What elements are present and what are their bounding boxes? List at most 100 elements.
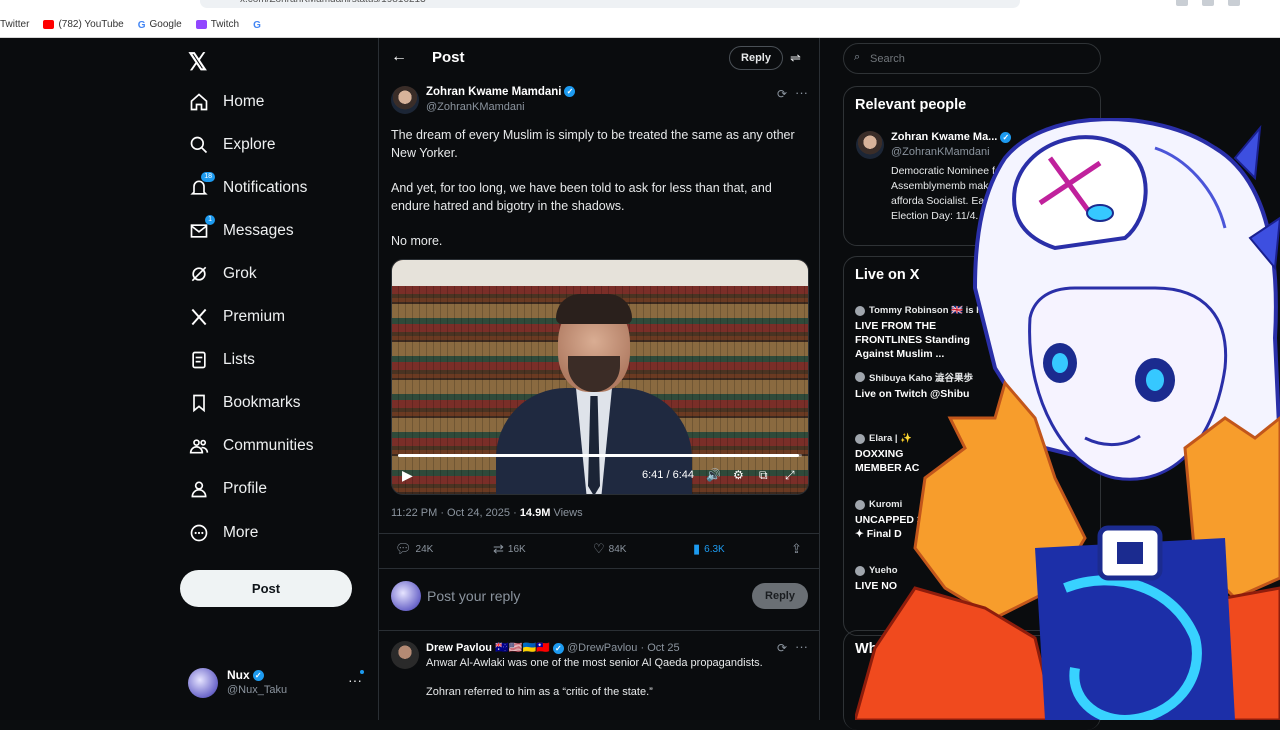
video-frame-ceiling	[392, 260, 808, 286]
nav-item-bookmarks[interactable]: Bookmarks	[188, 388, 301, 418]
search-box[interactable]: ⌕	[843, 43, 1101, 74]
card-title: Relevant people	[855, 97, 967, 113]
bookmark-twitch[interactable]: Twitch	[195, 19, 239, 30]
verified-badge-icon: ✓	[552, 642, 564, 654]
share-icon: ⇪	[791, 541, 802, 556]
settings-gear-icon[interactable]: ⚙	[733, 468, 744, 482]
bookmark-filled-icon: ▮	[693, 541, 701, 556]
nav-item-explore[interactable]: Explore	[188, 130, 276, 160]
grok-icon[interactable]: ⟳	[777, 641, 787, 655]
divider	[379, 630, 819, 631]
nav-item-home[interactable]: Home	[188, 87, 264, 117]
author-handle[interactable]: @ZohranKMamdani	[426, 101, 525, 113]
like-action[interactable]: ♡ 84K	[593, 541, 626, 557]
avatar	[391, 581, 421, 611]
nav-item-notifications[interactable]: 18 Notifications	[188, 172, 307, 203]
comment-author-row[interactable]: Drew Pavlou 🇦🇺🇺🇸🇺🇦🇹🇼 ✓ @DrewPavlou · Oct …	[426, 641, 680, 654]
repost-count: 16K	[507, 543, 526, 555]
bookmarks-bar: Twitter (782) YouTube G Google Twitch G	[0, 15, 279, 33]
share-action[interactable]: ⇪	[791, 541, 806, 557]
avatar	[188, 668, 218, 698]
nav-item-communities[interactable]: Communities	[188, 431, 313, 461]
nav-item-premium[interactable]: Premium	[188, 302, 285, 332]
vtuber-mask	[1012, 135, 1148, 251]
account-switcher[interactable]: Nux ✓ @Nux_Taku ···	[188, 666, 368, 700]
post-text: The dream of every Muslim is simply to b…	[391, 126, 811, 267]
nav-item-profile[interactable]: Profile	[188, 474, 267, 504]
search-icon: ⌕	[854, 51, 861, 63]
account-more-icon[interactable]: ···	[348, 672, 362, 688]
bookmark-google-2[interactable]: G	[253, 20, 265, 31]
video-controls: ▶ 6:41 / 6:44 🔊 ⚙ ⧉ ⤢	[392, 465, 808, 487]
video-progress-bar[interactable]	[398, 454, 802, 457]
post-header: ← Post Reply ⇌	[379, 38, 819, 78]
play-icon[interactable]: ▶	[402, 467, 413, 484]
bookmark-icon	[188, 392, 210, 414]
extension-icon[interactable]	[1228, 0, 1240, 6]
x-logo-icon[interactable]: 𝕏	[188, 48, 207, 77]
video-progress-fill	[398, 454, 799, 457]
volume-icon[interactable]: 🔊	[706, 468, 721, 482]
extension-icon[interactable]	[1176, 0, 1188, 6]
bookmark-google[interactable]: G Google	[137, 19, 182, 31]
heart-icon: ♡	[593, 541, 605, 556]
extension-icon[interactable]	[1202, 0, 1214, 6]
twitch-icon	[195, 19, 207, 29]
nav-item-messages[interactable]: 1 Messages	[188, 215, 294, 246]
comment-flags: 🇦🇺🇺🇸🇺🇦🇹🇼	[495, 642, 550, 654]
pip-icon[interactable]: ⧉	[759, 468, 768, 483]
repost-icon: ⇄	[493, 541, 504, 556]
people-icon	[188, 435, 210, 457]
post-meta: 11:22 PM · Oct 24, 2025 · 14.9M Views	[391, 507, 583, 519]
main-column: ← Post Reply ⇌ Zohran Kwame Mamdani ✓ @Zo…	[378, 38, 820, 720]
comment-text: Anwar Al-Awlaki was one of the most seni…	[426, 657, 763, 669]
post-paragraph: No more.	[391, 234, 443, 248]
bookmark-twitter[interactable]: Twitter	[0, 19, 29, 30]
account-handle: @Nux_Taku	[227, 684, 288, 696]
post-button[interactable]: Post	[180, 570, 352, 607]
browser-extension-icons	[1176, 0, 1240, 6]
more-options-icon[interactable]: ···	[795, 85, 808, 100]
reply-action[interactable]: 💬︎ 24K	[395, 541, 433, 557]
search-input[interactable]	[870, 50, 1090, 68]
bookmark-action[interactable]: ▮ 6.3K	[693, 541, 725, 557]
address-bar[interactable]: x.com/ZohranKMamdani/status/19816213	[200, 0, 1020, 8]
sliders-icon[interactable]: ⇌	[790, 50, 801, 66]
comment-author-name: Drew Pavlou	[426, 642, 493, 654]
unread-dot	[360, 670, 364, 674]
comment-avatar[interactable]	[391, 641, 419, 669]
bell-icon: 18	[188, 172, 215, 199]
vtuber-jacket	[855, 525, 1280, 720]
google-icon: G	[137, 19, 146, 31]
browser-toolbar: x.com/ZohranKMamdani/status/19816213 Twi…	[0, 0, 1280, 38]
reply-button[interactable]: Reply	[729, 46, 783, 70]
video-player[interactable]: ▶ 6:41 / 6:44 🔊 ⚙ ⧉ ⤢	[391, 259, 809, 495]
comment-icon: 💬︎	[395, 541, 412, 556]
verified-badge-icon: ✓	[564, 86, 576, 98]
video-time: 6:41 / 6:44	[642, 469, 694, 481]
author-avatar[interactable]	[391, 86, 419, 114]
post-paragraph: And yet, for too long, we have been told…	[391, 181, 772, 213]
bookmark-youtube[interactable]: (782) YouTube	[43, 19, 124, 30]
more-options-icon[interactable]: ···	[795, 639, 808, 654]
repost-action[interactable]: ⇄ 16K	[493, 541, 526, 557]
author-name: Zohran Kwame Mamdani	[426, 86, 562, 98]
reply-submit-button[interactable]: Reply	[752, 583, 808, 609]
nav-item-lists[interactable]: Lists	[188, 345, 255, 375]
reply-input[interactable]	[427, 584, 727, 608]
grok-icon[interactable]: ⟳	[777, 87, 787, 101]
fullscreen-icon[interactable]: ⤢	[785, 468, 795, 483]
nav-item-grok[interactable]: Grok	[188, 259, 257, 289]
like-count: 84K	[608, 543, 627, 555]
views-count: 14.9M	[519, 507, 551, 519]
back-arrow-icon[interactable]: ←	[391, 48, 407, 66]
post-timestamp[interactable]: 11:22 PM · Oct 24, 2025 ·	[391, 507, 520, 519]
page-title: Post	[432, 49, 465, 66]
list-icon	[188, 349, 210, 371]
comment-text: Zohran referred to him as a “critic of t…	[426, 686, 653, 698]
views-label: Views	[550, 507, 583, 519]
author-name-row[interactable]: Zohran Kwame Mamdani ✓	[426, 86, 576, 98]
nav-item-more[interactable]: More	[188, 518, 258, 548]
bookmark-count: 6.3K	[704, 543, 725, 555]
message-badge: 1	[205, 215, 215, 225]
